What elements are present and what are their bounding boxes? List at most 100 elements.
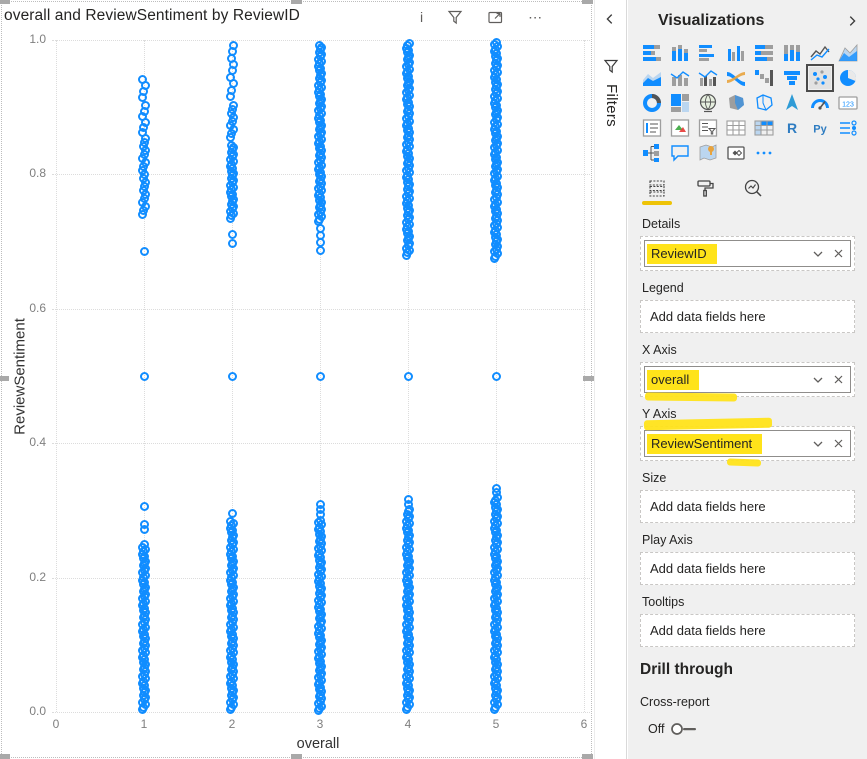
- y-tick-label: 0.6: [14, 301, 46, 315]
- data-point[interactable]: [316, 372, 325, 381]
- r-script-visual-icon[interactable]: R: [781, 117, 803, 139]
- data-point[interactable]: [405, 39, 414, 48]
- key-influencers-icon[interactable]: [837, 117, 859, 139]
- field-pill-ReviewSentiment[interactable]: ReviewSentiment: [644, 430, 851, 457]
- data-point[interactable]: [228, 230, 237, 239]
- x-axis-title: overall: [253, 736, 383, 752]
- chevron-down-icon[interactable]: [812, 438, 824, 450]
- data-point[interactable]: [492, 372, 501, 381]
- area-chart-icon[interactable]: [837, 42, 859, 64]
- data-point[interactable]: [138, 75, 147, 84]
- data-point[interactable]: [228, 239, 237, 248]
- line-chart-icon[interactable]: [809, 42, 831, 64]
- waterfall-chart-icon[interactable]: [753, 67, 775, 89]
- well-label-play-axis: Play Axis: [642, 533, 855, 547]
- map-icon[interactable]: [697, 92, 719, 114]
- data-point[interactable]: [404, 495, 413, 504]
- clustered-bar-chart-icon[interactable]: [697, 42, 719, 64]
- chevron-down-icon[interactable]: [812, 248, 824, 260]
- hundred-stacked-column-chart-icon[interactable]: [781, 42, 803, 64]
- data-point[interactable]: [229, 41, 238, 50]
- arcgis-map-icon[interactable]: [697, 142, 719, 164]
- resize-handle-top-left[interactable]: [0, 0, 10, 4]
- data-point[interactable]: [228, 509, 237, 518]
- decomposition-tree-icon[interactable]: [641, 142, 663, 164]
- resize-handle-mid-right[interactable]: [583, 376, 594, 381]
- get-more-visuals-icon[interactable]: [753, 142, 775, 164]
- resize-handle-bottom-left[interactable]: [0, 754, 10, 759]
- data-point[interactable]: [140, 520, 149, 529]
- data-point[interactable]: [229, 101, 238, 110]
- remove-field-icon[interactable]: [833, 438, 844, 449]
- filled-map-icon[interactable]: [725, 92, 747, 114]
- gauge-icon[interactable]: [809, 92, 831, 114]
- empty-well-size[interactable]: Add data fields here: [640, 490, 855, 523]
- data-point[interactable]: [227, 141, 236, 150]
- data-point[interactable]: [315, 41, 324, 50]
- q-and-a-icon[interactable]: [669, 142, 691, 164]
- data-point[interactable]: [404, 372, 413, 381]
- azure-map-icon[interactable]: [781, 92, 803, 114]
- resize-handle-top-center[interactable]: [291, 0, 302, 4]
- empty-well-tooltips[interactable]: Add data fields here: [640, 614, 855, 647]
- field-pill-ReviewID[interactable]: ReviewID: [644, 240, 851, 267]
- data-point[interactable]: [140, 372, 149, 381]
- treemap-icon[interactable]: [669, 92, 691, 114]
- data-point[interactable]: [140, 540, 149, 549]
- stacked-column-chart-icon[interactable]: [669, 42, 691, 64]
- slicer-icon[interactable]: [697, 117, 719, 139]
- remove-field-icon[interactable]: [833, 374, 844, 385]
- svg-text:Py: Py: [813, 124, 827, 136]
- data-point[interactable]: [140, 502, 149, 511]
- data-point[interactable]: [492, 484, 501, 493]
- scatter-chart-icon[interactable]: [809, 67, 831, 89]
- field-pill-overall[interactable]: overall: [644, 366, 851, 393]
- data-point[interactable]: [316, 246, 325, 255]
- data-point[interactable]: [226, 517, 235, 526]
- donut-chart-icon[interactable]: [641, 92, 663, 114]
- table-icon[interactable]: [725, 117, 747, 139]
- pane-tabs: [628, 166, 867, 205]
- collapse-chevron-icon[interactable]: [603, 12, 617, 26]
- resize-handle-bottom-center[interactable]: [291, 754, 302, 759]
- data-point[interactable]: [492, 38, 501, 47]
- pie-chart-icon[interactable]: [837, 67, 859, 89]
- format-tab[interactable]: [690, 178, 720, 205]
- funnel-chart-icon[interactable]: [781, 67, 803, 89]
- chevron-down-icon[interactable]: [812, 374, 824, 386]
- stacked-bar-chart-icon[interactable]: [641, 42, 663, 64]
- filters-pane-title[interactable]: Filters: [603, 84, 620, 127]
- remove-field-icon[interactable]: [833, 248, 844, 259]
- analytics-tab[interactable]: [738, 178, 768, 205]
- card-icon[interactable]: 123: [837, 92, 859, 114]
- clustered-column-chart-icon[interactable]: [725, 42, 747, 64]
- empty-well-play-axis[interactable]: Add data fields here: [640, 552, 855, 585]
- python-visual-icon[interactable]: Py: [809, 117, 831, 139]
- matrix-icon[interactable]: [753, 117, 775, 139]
- line-and-clustered-column-chart-icon[interactable]: [697, 67, 719, 89]
- fields-tab[interactable]: [642, 178, 672, 205]
- ribbon-chart-icon[interactable]: [725, 67, 747, 89]
- hundred-stacked-bar-chart-icon[interactable]: [753, 42, 775, 64]
- expand-chevron-icon[interactable]: [845, 14, 859, 28]
- resize-handle-top-right[interactable]: [582, 0, 593, 4]
- data-point[interactable]: [228, 372, 237, 381]
- cross-report-toggle[interactable]: [670, 721, 700, 737]
- resize-handle-mid-left[interactable]: [0, 376, 9, 381]
- data-point[interactable]: [140, 247, 149, 256]
- multi-row-card-icon[interactable]: [641, 117, 663, 139]
- x-tick-label: 4: [396, 717, 420, 731]
- shape-map-icon[interactable]: [753, 92, 775, 114]
- power-automate-icon[interactable]: [725, 142, 747, 164]
- line-and-stacked-column-chart-icon[interactable]: [669, 67, 691, 89]
- filters-funnel-icon[interactable]: [603, 58, 619, 74]
- filters-pane-collapsed: Filters: [594, 0, 627, 759]
- empty-well-legend[interactable]: Add data fields here: [640, 300, 855, 333]
- resize-handle-bottom-right[interactable]: [582, 754, 593, 759]
- svg-text:R: R: [787, 120, 797, 136]
- data-point[interactable]: [316, 500, 325, 509]
- kpi-icon[interactable]: [669, 117, 691, 139]
- stacked-area-chart-icon[interactable]: [641, 67, 663, 89]
- scatter-chart-visual[interactable]: overall and ReviewSentiment by ReviewID …: [1, 1, 592, 758]
- data-point[interactable]: [316, 224, 325, 233]
